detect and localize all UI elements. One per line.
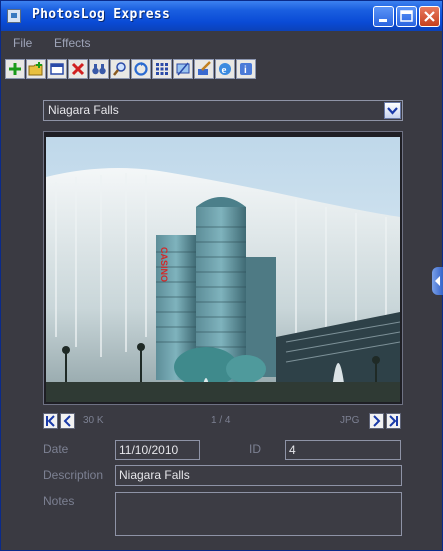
notes-label: Notes [43, 494, 75, 508]
id-field[interactable]: 4 [285, 440, 401, 460]
find-button[interactable] [89, 59, 109, 79]
close-button[interactable] [419, 6, 440, 27]
dropdown-button[interactable] [384, 102, 401, 119]
app-window: PhotosLog Express File Effects e i Niaga… [0, 0, 443, 551]
help-icon: i [240, 63, 252, 76]
svg-text:e: e [222, 64, 227, 76]
album-select-value: Niagara Falls [48, 103, 119, 117]
file-size: 30 K [83, 415, 104, 426]
svg-text:i: i [244, 65, 247, 76]
title-bar[interactable]: PhotosLog Express [1, 1, 442, 31]
app-icon[interactable] [7, 9, 21, 23]
window-title: PhotosLog Express [32, 7, 171, 22]
search-button[interactable] [110, 59, 130, 79]
side-panel-toggle[interactable] [432, 267, 443, 295]
description-field[interactable]: Niagara Falls [115, 465, 402, 486]
id-label: ID [249, 442, 261, 456]
binoculars-icon [92, 64, 106, 75]
thumbnail-view-button[interactable] [152, 59, 172, 79]
next-record-button[interactable] [369, 413, 384, 429]
menu-bar: File Effects [1, 32, 442, 54]
niagara-falls-photo: CASINO [46, 137, 400, 402]
description-label: Description [43, 468, 104, 482]
open-folder-button[interactable] [26, 59, 46, 79]
delete-icon [71, 62, 85, 76]
magnifier-icon [113, 62, 126, 76]
previous-record-button[interactable] [60, 413, 75, 429]
photo-viewer[interactable]: CASINO [46, 137, 400, 402]
close-icon [424, 11, 435, 22]
folder-add-icon [28, 62, 43, 76]
plus-icon [9, 63, 21, 75]
minimize-button[interactable] [373, 6, 394, 27]
slideshow-button[interactable] [173, 59, 193, 79]
help-button[interactable]: i [236, 59, 256, 79]
effects-button[interactable] [194, 59, 214, 79]
date-field[interactable]: 11/10/2010 [115, 440, 200, 460]
toolbar: e i [5, 59, 256, 81]
first-record-button[interactable] [43, 413, 58, 429]
paint-brush-icon [198, 61, 211, 75]
album-select[interactable]: Niagara Falls [43, 100, 403, 121]
window-icon [50, 63, 64, 75]
next-icon [373, 415, 381, 427]
slideshow-icon [176, 62, 190, 76]
grid-icon [156, 63, 168, 75]
edit-record-button[interactable] [47, 59, 67, 79]
menu-file[interactable]: File [13, 36, 32, 50]
record-navigator: 30 K 1 / 4 JPG [43, 413, 403, 431]
casino-sign: CASINO [159, 247, 169, 282]
notes-field[interactable] [115, 492, 402, 536]
menu-effects[interactable]: Effects [54, 36, 90, 50]
date-label: Date [43, 442, 69, 456]
file-format: JPG [340, 415, 360, 426]
delete-button[interactable] [68, 59, 88, 79]
photo-frame: CASINO [43, 131, 403, 405]
maximize-icon [400, 10, 413, 22]
last-icon [389, 415, 398, 427]
chevron-down-icon [387, 107, 398, 115]
last-record-button[interactable] [386, 413, 401, 429]
first-icon [46, 415, 55, 427]
previous-icon [63, 415, 71, 427]
maximize-button[interactable] [396, 6, 417, 27]
add-photo-button[interactable] [5, 59, 25, 79]
internet-button[interactable]: e [215, 59, 235, 79]
browser-icon: e [219, 63, 231, 76]
minimize-icon [379, 19, 387, 22]
record-position: 1 / 4 [211, 415, 231, 426]
refresh-button[interactable] [131, 59, 151, 79]
refresh-icon [134, 62, 148, 76]
